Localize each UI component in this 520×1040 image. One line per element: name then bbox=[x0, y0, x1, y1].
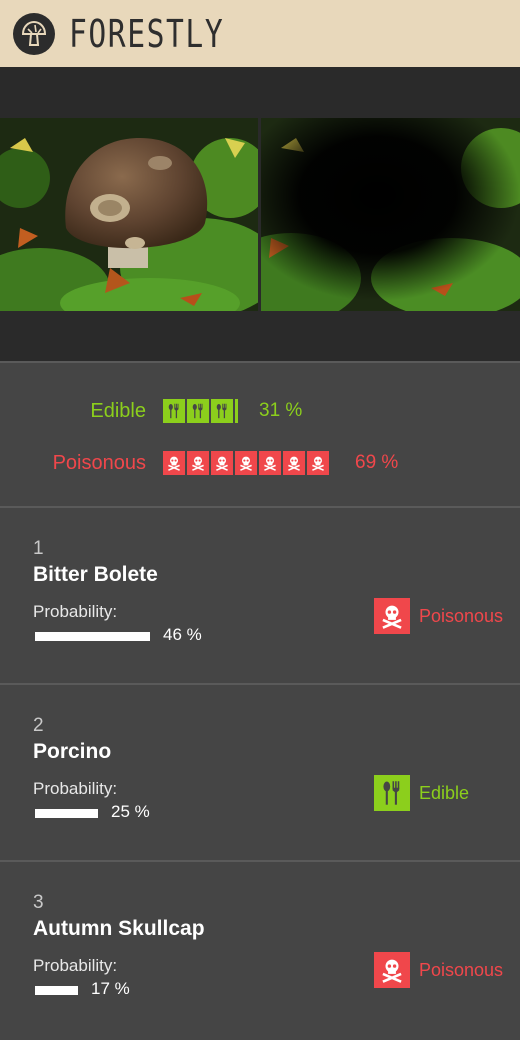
mushroom-photo bbox=[0, 118, 258, 311]
poisonous-meter bbox=[163, 451, 329, 475]
skull-crossbones-icon bbox=[235, 451, 257, 475]
utensils-icon bbox=[187, 399, 209, 423]
result-card[interactable]: 3 Autumn Skullcap Probability: 17 % Pois… bbox=[0, 862, 520, 1039]
edible-label: Edible bbox=[90, 399, 146, 422]
probability-bar bbox=[35, 809, 98, 818]
probability-value: 17 % bbox=[91, 979, 130, 998]
verdict-label: Edible bbox=[419, 782, 470, 803]
probability-label: Probability: bbox=[33, 779, 118, 798]
result-rank: 1 bbox=[33, 538, 44, 559]
skull-crossbones-icon bbox=[163, 451, 185, 475]
skull-crossbones-icon bbox=[211, 451, 233, 475]
poisonous-label: Poisonous bbox=[52, 451, 146, 474]
probability-label: Probability: bbox=[33, 602, 118, 621]
edibility-summary: Edible 31 % Poisonous 69 % bbox=[0, 363, 520, 508]
edible-summary-row: Edible 31 % bbox=[0, 397, 520, 425]
result-card[interactable]: 2 Porcino Probability: 25 % Edible bbox=[0, 685, 520, 862]
skull-crossbones-icon bbox=[283, 451, 305, 475]
app-header: FORESTLY bbox=[0, 0, 520, 67]
skull-crossbones-icon bbox=[307, 451, 329, 475]
result-rank: 2 bbox=[33, 715, 44, 736]
mushroom-photo-masked bbox=[261, 118, 520, 311]
photo-panel bbox=[0, 67, 520, 363]
utensils-icon bbox=[211, 399, 233, 423]
utensils-icon bbox=[163, 399, 185, 423]
probability-bar bbox=[35, 986, 78, 995]
results-list: 1 Bitter Bolete Probability: 46 % Poison… bbox=[0, 508, 520, 1039]
verdict-badge: Poisonous bbox=[374, 598, 503, 634]
verdict-badge: Poisonous bbox=[374, 952, 503, 988]
verdict-label: Poisonous bbox=[419, 605, 504, 626]
brand-name: FORESTLY bbox=[69, 11, 225, 56]
species-name: Autumn Skullcap bbox=[33, 917, 205, 940]
probability-bar bbox=[35, 632, 150, 641]
poisonous-percent: 69 % bbox=[355, 452, 399, 473]
verdict-badge: Edible bbox=[374, 775, 469, 811]
species-name: Porcino bbox=[33, 740, 112, 763]
result-rank: 3 bbox=[33, 892, 44, 913]
edible-percent: 31 % bbox=[259, 400, 303, 421]
skull-crossbones-icon bbox=[187, 451, 209, 475]
species-name: Bitter Bolete bbox=[33, 563, 158, 586]
poisonous-summary-row: Poisonous 69 % bbox=[0, 449, 520, 477]
skull-crossbones-icon bbox=[374, 952, 410, 988]
result-card[interactable]: 1 Bitter Bolete Probability: 46 % Poison… bbox=[0, 508, 520, 685]
probability-label: Probability: bbox=[33, 956, 118, 975]
mushroom-icon[interactable] bbox=[13, 12, 55, 55]
utensils-icon bbox=[374, 775, 410, 811]
skull-crossbones-icon bbox=[259, 451, 281, 475]
edible-meter bbox=[163, 399, 241, 423]
skull-crossbones-icon bbox=[374, 598, 410, 634]
app: FORESTLY Edible 31 % Poisonous 69 % 1 Bi… bbox=[0, 0, 520, 1040]
verdict-label: Poisonous bbox=[419, 959, 504, 980]
probability-value: 46 % bbox=[163, 625, 202, 644]
edible-meter-tail bbox=[235, 399, 238, 423]
probability-value: 25 % bbox=[111, 802, 150, 821]
